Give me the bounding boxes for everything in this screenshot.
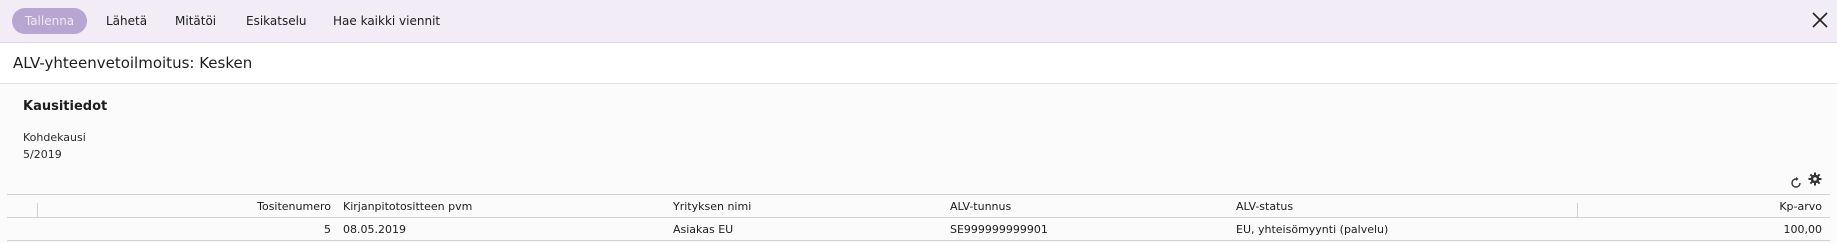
column-header-voucher-number[interactable]: Tositenumero [196,200,331,213]
page-title: ALV-yhteenvetoilmoitus: Kesken [13,54,253,72]
cell-value: 100,00 [1783,223,1823,236]
cell-vat-status: EU, yhteisömyynti (palvelu) [1236,223,1389,236]
table-header-divider [7,217,1830,218]
column-header-voucher-date[interactable]: Kirjanpitotositteen pvm [343,200,472,213]
column-header-vat-status[interactable]: ALV-status [1236,200,1293,213]
column-header-company-name[interactable]: Yrityksen nimi [673,200,751,213]
page-header: ALV-yhteenvetoilmoitus: Kesken [0,43,1837,84]
void-button[interactable]: Mitätöi [175,8,216,34]
save-button[interactable]: Tallenna [12,8,87,34]
settings-icon[interactable] [1808,172,1822,186]
target-period-label: Kohdekausi [23,131,86,144]
table-row-divider [7,240,1830,241]
cell-company-name: Asiakas EU [673,223,734,236]
column-header-vat-id[interactable]: ALV-tunnus [950,200,1011,213]
column-header-value[interactable]: Kp-arvo [1680,200,1822,213]
cell-voucher-date: 08.05.2019 [343,223,406,236]
column-separator [1577,203,1578,217]
target-period-value: 5/2019 [23,148,62,161]
cell-voucher-number: 5 [324,223,331,236]
toolbar: Tallenna Lähetä Mitätöi Esikatselu Hae k… [0,0,1837,43]
send-button[interactable]: Lähetä [106,8,147,34]
close-icon[interactable] [1811,11,1829,29]
fetch-all-entries-button[interactable]: Hae kaikki viennit [333,8,440,34]
column-separator [37,203,38,217]
table-top-border [7,194,1830,195]
preview-button[interactable]: Esikatselu [246,8,307,34]
cell-vat-id: SE999999999901 [950,223,1048,236]
refresh-icon[interactable] [1789,176,1803,190]
section-title-period-info: Kausitiedot [23,99,108,114]
